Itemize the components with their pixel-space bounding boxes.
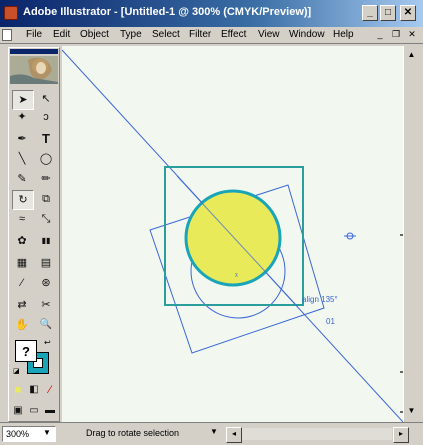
pen-tool[interactable]: ✒ — [12, 130, 32, 148]
menu-bar: File Edit Object Type Select Filter Effe… — [0, 27, 423, 44]
menu-type[interactable]: Type — [120, 29, 142, 40]
scissors-tool[interactable]: ✂ — [36, 296, 56, 314]
default-colors-icon[interactable]: ◪ — [13, 367, 20, 375]
menu-file[interactable]: File — [26, 29, 42, 40]
doc-close-button[interactable]: ✕ — [406, 29, 418, 41]
swap-arrow-icon[interactable]: ↩ — [44, 338, 51, 347]
minimize-button[interactable]: _ — [362, 5, 378, 21]
blend-tool[interactable]: ⇄ — [12, 296, 32, 314]
rotate-tool[interactable]: ↻ — [12, 190, 34, 210]
horizontal-scrollbar-track[interactable] — [242, 428, 392, 440]
color-mode-button[interactable]: ■ — [10, 381, 26, 399]
warp-tool[interactable]: ≈ — [12, 210, 32, 228]
illustrator-logo-image — [10, 56, 58, 84]
canvas-artwork: ᵡ — [61, 49, 404, 423]
doc-minimize-button[interactable]: _ — [374, 29, 386, 41]
gradient-mode-button[interactable]: ◧ — [26, 381, 42, 399]
vertical-scrollbar[interactable]: ▲ ▼ — [403, 46, 419, 422]
cursor-marker: ᵡ — [235, 271, 238, 280]
mesh-tool[interactable]: ▦ — [12, 254, 32, 272]
doc-restore-button[interactable]: ❐ — [390, 29, 402, 41]
close-button[interactable]: ✕ — [400, 5, 416, 21]
hand-tool[interactable]: ✋ — [12, 316, 32, 334]
full-screen-menu-mode-button[interactable]: ▭ — [26, 402, 42, 420]
zoom-value: 300% — [6, 429, 30, 439]
paint-bucket-tool[interactable]: ⊛ — [36, 274, 56, 292]
zoom-dropdown-icon[interactable]: ▼ — [43, 428, 51, 437]
gradient-tool[interactable]: ▤ — [36, 254, 56, 272]
menu-filter[interactable]: Filter — [189, 29, 211, 40]
status-message: Drag to rotate selection — [86, 428, 180, 438]
window-title: Adobe Illustrator - [Untitled-1 @ 300% (… — [23, 6, 312, 18]
graph-tool[interactable]: ▮▮ — [36, 232, 56, 250]
toolbox: ➤ ↖ ✦ ↄ ✒ T ╲ ◯ ✎ ✏ ↻ ⧉ ≈ ⤡ ✿ ▮▮ ▦ ▤ ⁄ ⊛… — [8, 47, 60, 422]
selection-tool[interactable]: ➤ — [12, 90, 34, 110]
menu-help[interactable]: Help — [333, 29, 354, 40]
scroll-down-icon[interactable]: ▼ — [406, 406, 417, 416]
smart-guide-label: align 135° — [302, 295, 338, 304]
status-dropdown-icon[interactable]: ▼ — [210, 427, 218, 436]
menu-object[interactable]: Object — [80, 29, 109, 40]
zoom-tool[interactable]: 🔍 — [36, 316, 56, 334]
magic-wand-tool[interactable]: ✦ — [12, 108, 32, 126]
none-mode-button[interactable]: ⁄ — [42, 381, 58, 399]
rotation-angle-label: 01 — [326, 317, 335, 326]
toolbox-title-bar[interactable] — [10, 49, 58, 54]
menu-view[interactable]: View — [258, 29, 280, 40]
yellow-circle — [184, 189, 282, 287]
document-icon[interactable] — [2, 29, 12, 41]
eyedropper-tool[interactable]: ⁄ — [12, 274, 32, 292]
symbol-sprayer-tool[interactable]: ✿ — [12, 232, 32, 250]
status-message-field[interactable]: Drag to rotate selection ▼ — [62, 426, 224, 442]
zoom-field[interactable]: 300% ▼ — [2, 426, 56, 442]
status-bar: 300% ▼ Drag to rotate selection ▼ ◂ ▸ — [0, 422, 423, 445]
scroll-right-icon[interactable]: ▸ — [393, 427, 409, 443]
line-segment-tool[interactable]: ╲ — [12, 150, 32, 168]
menu-window[interactable]: Window — [289, 29, 325, 40]
free-transform-tool[interactable]: ⤡ — [36, 210, 56, 228]
paintbrush-tool[interactable]: ✎ — [12, 170, 32, 188]
pencil-tool[interactable]: ✏ — [36, 170, 56, 188]
menu-effect[interactable]: Effect — [221, 29, 246, 40]
standard-screen-mode-button[interactable]: ▣ — [10, 402, 26, 420]
full-screen-mode-button[interactable]: ▬ — [42, 402, 58, 420]
fill-stroke-control: ? ↩ ◪ — [13, 338, 57, 378]
fill-swatch[interactable]: ? — [15, 340, 37, 362]
type-tool[interactable]: T — [36, 130, 56, 148]
scroll-left-icon[interactable]: ◂ — [226, 427, 242, 443]
title-bar: Adobe Illustrator - [Untitled-1 @ 300% (… — [0, 0, 423, 27]
direct-selection-tool[interactable]: ↖ — [36, 90, 56, 108]
menu-edit[interactable]: Edit — [53, 29, 70, 40]
menu-select[interactable]: Select — [152, 29, 180, 40]
scale-tool[interactable]: ⧉ — [36, 190, 56, 208]
lasso-tool[interactable]: ↄ — [36, 108, 56, 126]
venus-image — [10, 56, 58, 84]
scroll-up-icon[interactable]: ▲ — [406, 50, 417, 60]
ellipse-tool[interactable]: ◯ — [36, 150, 56, 168]
illustrator-app-icon[interactable] — [4, 6, 18, 20]
maximize-button[interactable]: □ — [380, 5, 396, 21]
artboard-canvas[interactable]: ᵡ align 135° 01 — [61, 46, 404, 423]
